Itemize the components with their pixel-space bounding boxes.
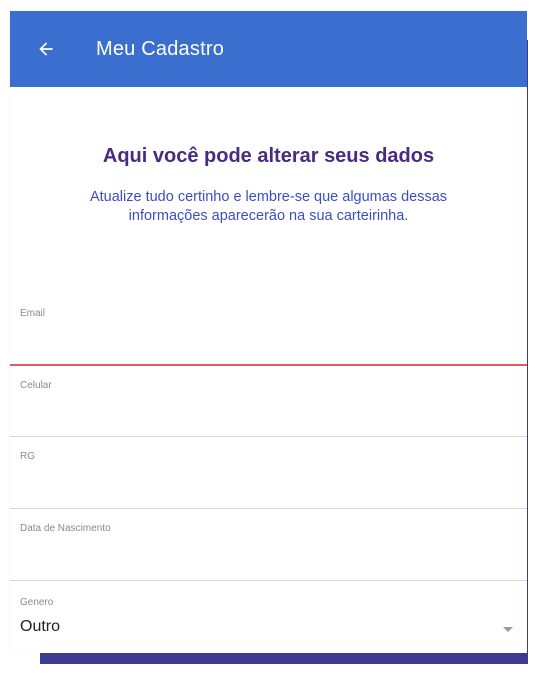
gender-select[interactable]: Genero Outro [10, 581, 527, 653]
page-title: Meu Cadastro [96, 37, 225, 60]
intro-section: Aqui você pode alterar seus dados Atuali… [10, 87, 527, 226]
arrow-left-icon [39, 42, 53, 56]
gender-value: Outro [20, 618, 61, 635]
app-screen: Meu Cadastro Aqui você pode alterar seus… [10, 11, 527, 653]
rg-label: RG [20, 451, 35, 462]
gender-label: Genero [20, 597, 54, 608]
dropdown-caret-icon [503, 627, 513, 632]
intro-description: Atualize tudo certinho e lembre-se que a… [89, 189, 448, 224]
email-field[interactable]: Email [10, 294, 527, 366]
intro-heading: Aqui você pode alterar seus dados [102, 145, 435, 167]
back-button[interactable] [32, 35, 60, 63]
app-bar: Meu Cadastro [10, 11, 527, 87]
celular-label: Celular [20, 380, 52, 391]
celular-field[interactable]: Celular [10, 366, 527, 437]
birthdate-label: Data de Nascimento [20, 523, 111, 534]
rg-field[interactable]: RG [10, 437, 527, 509]
birthdate-field[interactable]: Data de Nascimento [10, 509, 527, 581]
email-label: Email [20, 308, 46, 319]
